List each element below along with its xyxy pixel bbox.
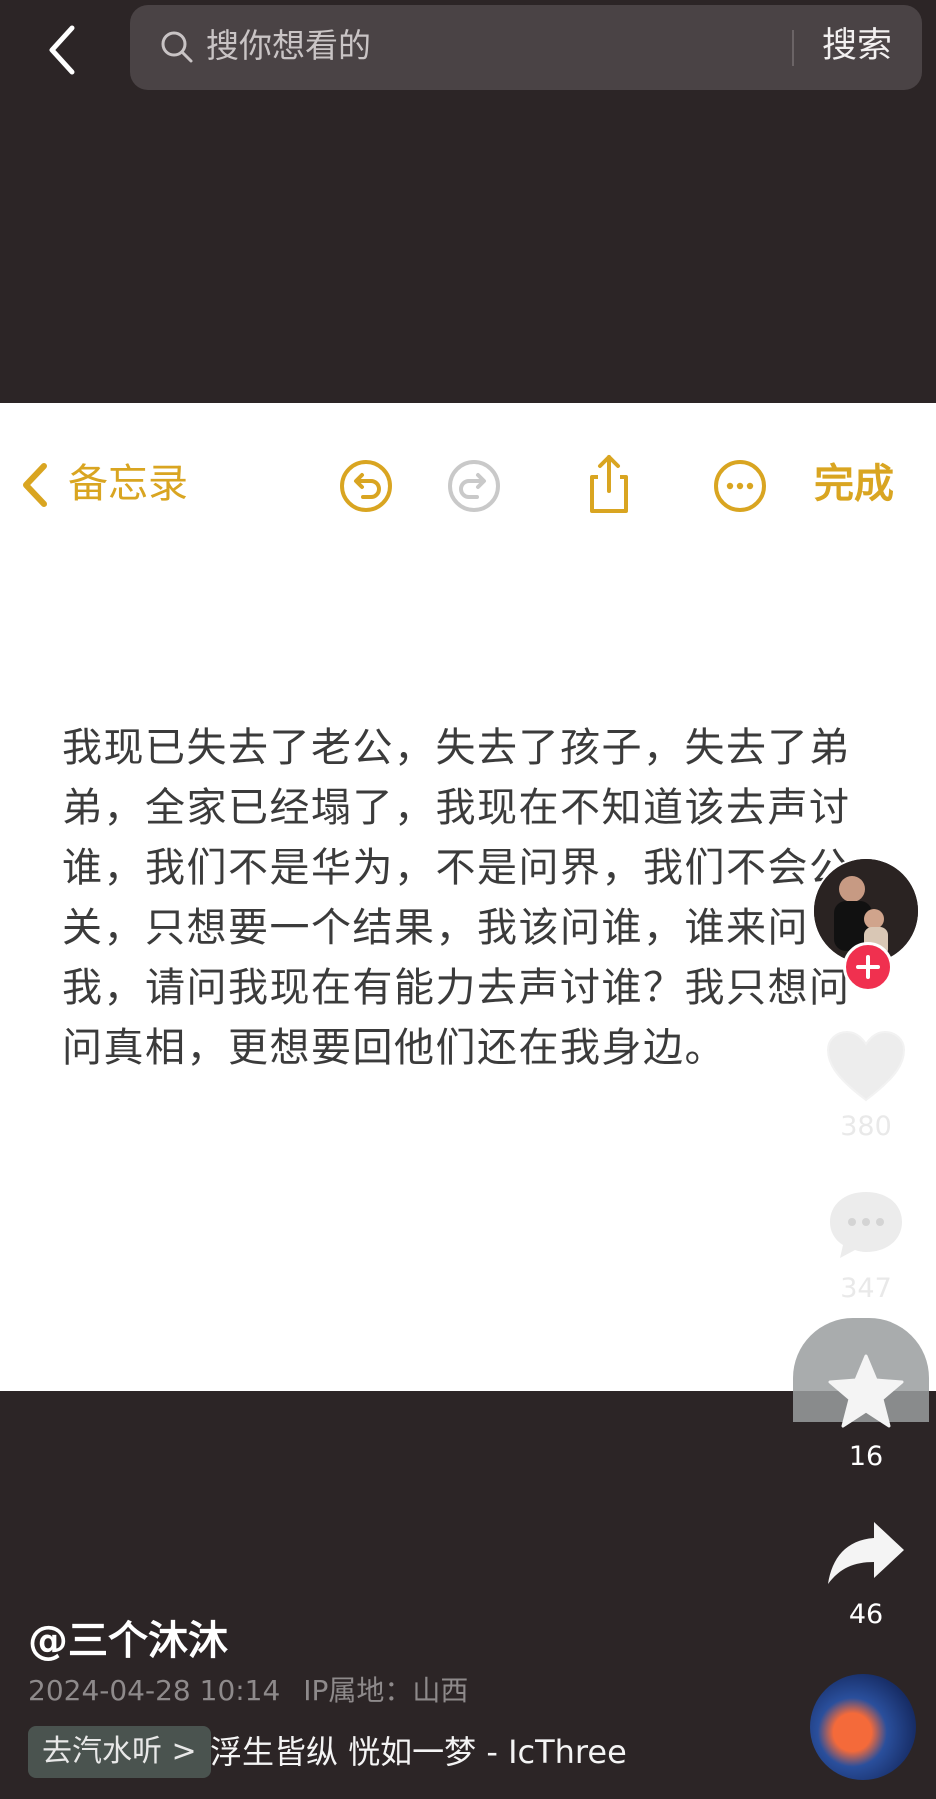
more-icon — [711, 457, 769, 515]
search-placeholder: 搜你想看的 — [206, 26, 371, 65]
star-icon — [828, 1354, 904, 1428]
back-button[interactable] — [38, 22, 88, 78]
share-arrow-icon — [828, 1522, 904, 1584]
post-meta: 2024-04-28 10:14 IP属地：山西 — [28, 1673, 468, 1709]
chevron-left-icon — [49, 25, 75, 75]
redo-icon — [445, 457, 503, 515]
search-divider — [792, 30, 794, 66]
note-body: 我现已失去了老公，失去了孩子，失去了弟弟，全家已经塌了，我现在不知道该去声讨谁，… — [62, 725, 851, 1071]
notes-back-label: 备忘录 — [68, 461, 188, 507]
comment-icon — [830, 1192, 902, 1258]
share-icon — [580, 453, 638, 513]
post-date: 2024-04-28 10:14 — [28, 1674, 281, 1707]
search-button[interactable]: 搜索 — [822, 24, 892, 68]
notes-done-label: 完成 — [814, 461, 894, 507]
favorite-count: 16 — [848, 1441, 884, 1472]
heart-icon — [826, 1030, 906, 1102]
music-app-tag[interactable]: 去汽水听 > — [28, 1726, 211, 1778]
undo-icon — [337, 457, 395, 515]
author-name[interactable]: @三个沐沐 — [28, 1615, 228, 1667]
music-disc[interactable] — [810, 1674, 916, 1780]
music-title[interactable]: 浮生皆纵 恍如一梦 - IcThree — [210, 1726, 627, 1778]
comment-button[interactable] — [824, 1186, 908, 1264]
share-button[interactable] — [824, 1516, 908, 1594]
ip-location: IP属地：山西 — [303, 1674, 469, 1707]
plus-icon — [856, 955, 880, 979]
search-icon — [160, 30, 194, 64]
notes-back-icon — [18, 460, 52, 510]
comment-count: 347 — [840, 1273, 892, 1304]
follow-button[interactable] — [843, 942, 893, 992]
like-button[interactable] — [824, 1028, 908, 1106]
share-count: 46 — [848, 1599, 884, 1630]
favorite-button[interactable] — [824, 1352, 908, 1430]
like-count: 380 — [840, 1111, 892, 1142]
